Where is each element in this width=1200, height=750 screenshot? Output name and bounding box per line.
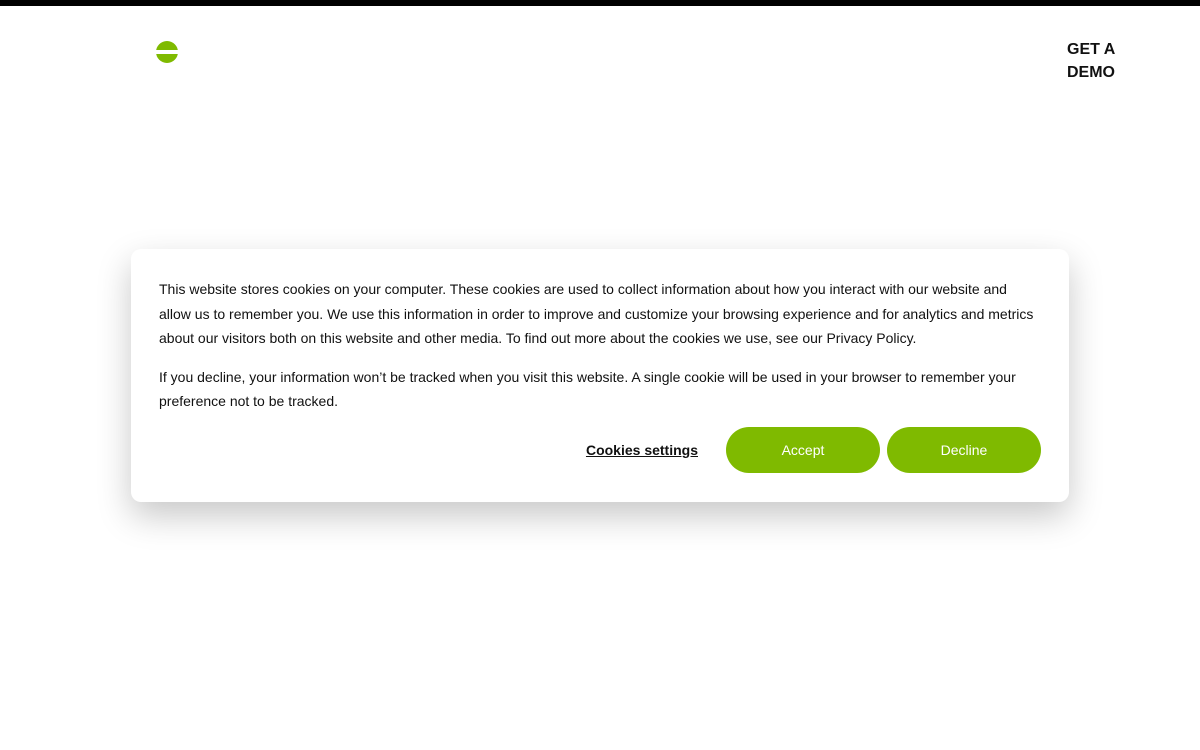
accept-button[interactable]: Accept (726, 427, 880, 473)
cookie-banner-text-secondary: If you decline, your information won’t b… (159, 368, 1016, 410)
cookie-banner-actions: Cookies settings Accept Decline (586, 427, 1041, 473)
top-bar (0, 0, 1200, 6)
logo-icon[interactable] (156, 41, 178, 63)
logo-graphic (156, 41, 178, 63)
cookie-banner-text-primary: This website stores cookies on your comp… (159, 281, 1034, 346)
decline-button[interactable]: Decline (887, 427, 1041, 473)
get-a-demo-link[interactable]: GET A DEMO (1067, 38, 1137, 84)
cookies-settings-button[interactable]: Cookies settings (586, 442, 698, 458)
cookie-consent-banner: This website stores cookies on your comp… (131, 249, 1069, 502)
